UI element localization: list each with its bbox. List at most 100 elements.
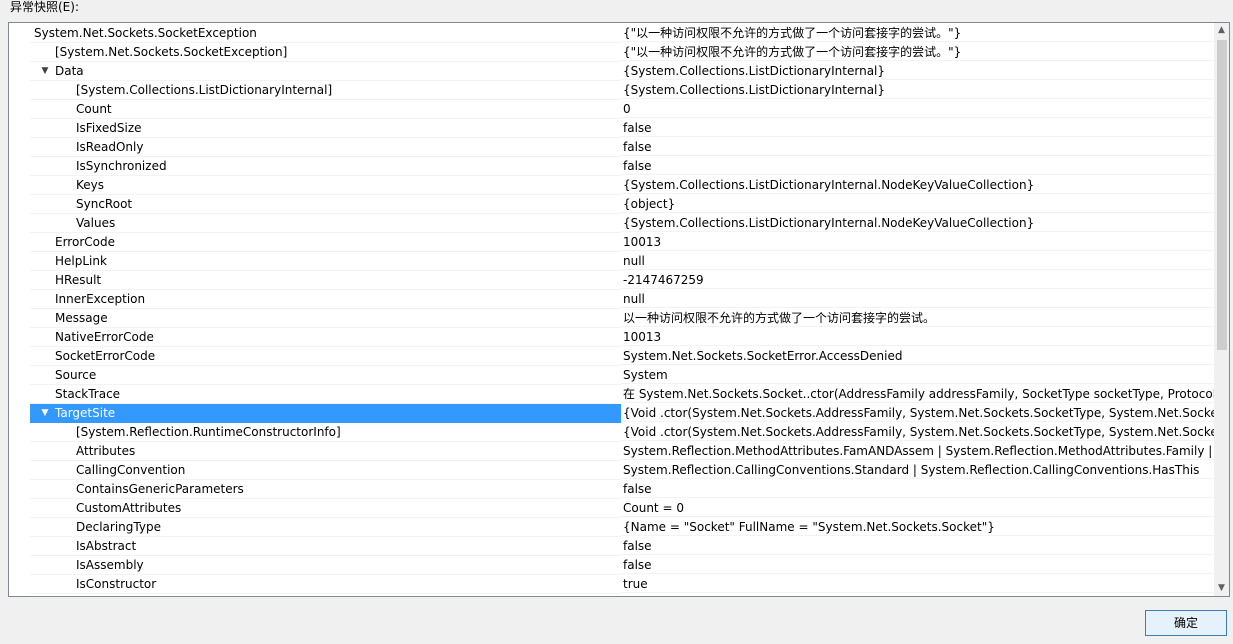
- tree-row-name-cell[interactable]: Values: [30, 214, 621, 233]
- tree-row-value: false: [621, 119, 1216, 137]
- exception-tree-view[interactable]: ▼System.Net.Sockets.SocketException{"以一种…: [8, 22, 1230, 597]
- ok-button[interactable]: 确定: [1145, 610, 1227, 636]
- tree-row-name-cell[interactable]: ▼ TargetSite: [30, 404, 621, 423]
- tree-row-name-cell[interactable]: IsAssembly: [30, 556, 621, 575]
- tree-row-name-cell[interactable]: DeclaringType: [30, 518, 621, 537]
- tree-row-value: false: [621, 556, 1216, 574]
- tree-row-name: Data: [55, 64, 84, 78]
- tree-row-value: false: [621, 138, 1216, 156]
- tree-row-name: IsAssembly: [76, 558, 144, 572]
- tree-row[interactable]: IsAssembly false: [9, 556, 1216, 575]
- tree-row-name-cell[interactable]: ErrorCode: [30, 233, 621, 252]
- tree-row[interactable]: ▼ TargetSite {Void .ctor(System.Net.Socket…: [9, 404, 1216, 423]
- scroll-up-icon[interactable]: ▲: [1214, 23, 1229, 38]
- tree-row-value: 以一种访问权限不允许的方式做了一个访问套接字的尝试。: [621, 309, 1216, 327]
- tree-row[interactable]: CustomAttributes Count = 0: [9, 499, 1216, 518]
- tree-row-value: {System.Collections.ListDictionaryIntern…: [621, 214, 1216, 232]
- tree-row[interactable]: Keys {System.Collections.ListDictionaryIn…: [9, 176, 1216, 195]
- tree-row-value: {System.Collections.ListDictionaryIntern…: [621, 81, 1216, 99]
- scroll-thumb[interactable]: [1217, 40, 1227, 350]
- tree-row-name: InnerException: [55, 292, 146, 306]
- tree-row-name-cell[interactable]: [System.Net.Sockets.SocketException]: [30, 43, 621, 62]
- tree-row[interactable]: HResult -2147467259: [9, 271, 1216, 290]
- tree-row[interactable]: Source System: [9, 366, 1216, 385]
- tree-row-name-cell[interactable]: IsSynchronized: [30, 157, 621, 176]
- tree-row[interactable]: IsSynchronized false: [9, 157, 1216, 176]
- tree-row-name: Source: [55, 368, 97, 382]
- tree-row[interactable]: NativeErrorCode 10013: [9, 328, 1216, 347]
- tree-row[interactable]: ▼ Data {System.Collections.ListDictionaryI…: [9, 62, 1216, 81]
- tree-row-value: {"以一种访问权限不允许的方式做了一个访问套接字的尝试。"}: [621, 24, 1216, 42]
- tree-row[interactable]: SocketErrorCode System.Net.Sockets.Socket…: [9, 347, 1216, 366]
- tree-row-name-cell[interactable]: SocketErrorCode: [30, 347, 621, 366]
- tree-row-name-cell[interactable]: InnerException: [30, 290, 621, 309]
- tree-row-value: 10013: [621, 233, 1216, 251]
- scroll-down-icon[interactable]: ▼: [1214, 581, 1229, 596]
- exception-snapshot-label: 异常快照(E):: [10, 0, 79, 14]
- tree-row[interactable]: InnerException null: [9, 290, 1216, 309]
- vertical-scrollbar[interactable]: ▲ ▼: [1214, 23, 1229, 596]
- tree-row[interactable]: [System.Net.Sockets.SocketException] {"以一…: [9, 43, 1216, 62]
- tree-row-name: TargetSite: [55, 406, 116, 420]
- tree-row[interactable]: Attributes System.Reflection.MethodAttrib…: [9, 442, 1216, 461]
- tree-row-name: System.Net.Sockets.SocketException: [34, 26, 257, 40]
- tree-row[interactable]: ErrorCode 10013: [9, 233, 1216, 252]
- tree-row-name-cell[interactable]: IsConstructor: [30, 575, 621, 594]
- tree-row-name: NativeErrorCode: [55, 330, 154, 344]
- tree-row[interactable]: [System.Collections.ListDictionaryIntern…: [9, 81, 1216, 100]
- tree-row[interactable]: CallingConvention System.Reflection.Calli…: [9, 461, 1216, 480]
- tree-row[interactable]: Values {System.Collections.ListDictionary…: [9, 214, 1216, 233]
- expand-chevron-icon[interactable]: ▼: [39, 62, 51, 80]
- tree-row-name-cell[interactable]: Count: [30, 100, 621, 119]
- tree-row-value: false: [621, 157, 1216, 175]
- expand-chevron-icon[interactable]: ▼: [39, 404, 51, 422]
- tree-row-name-cell[interactable]: NativeErrorCode: [30, 328, 621, 347]
- tree-row-value: 0: [621, 100, 1216, 118]
- tree-row[interactable]: SyncRoot {object}: [9, 195, 1216, 214]
- tree-row-name-cell[interactable]: [System.Reflection.RuntimeConstructorInf…: [30, 423, 621, 442]
- tree-row-name-cell[interactable]: IsReadOnly: [30, 138, 621, 157]
- tree-row-name: SyncRoot: [76, 197, 133, 211]
- tree-row[interactable]: IsFixedSize false: [9, 119, 1216, 138]
- tree-row-name: [System.Reflection.RuntimeConstructorInf…: [76, 425, 341, 439]
- tree-row[interactable]: ▼System.Net.Sockets.SocketException{"以一种…: [9, 24, 1216, 43]
- tree-row[interactable]: DeclaringType {Name = "Socket" FullName =…: [9, 518, 1216, 537]
- tree-row-name: ContainsGenericParameters: [76, 482, 244, 496]
- tree-row-name-cell[interactable]: Keys: [30, 176, 621, 195]
- tree-row-name-cell[interactable]: HelpLink: [30, 252, 621, 271]
- tree-row-name-cell[interactable]: CustomAttributes: [30, 499, 621, 518]
- tree-row-value: null: [621, 290, 1216, 308]
- tree-row-name-cell[interactable]: ▼ Data: [30, 62, 621, 81]
- tree-row-name-cell[interactable]: StackTrace: [30, 385, 621, 404]
- tree-row-value: System: [621, 366, 1216, 384]
- tree-row[interactable]: IsConstructor true: [9, 575, 1216, 594]
- tree-row[interactable]: Count 0: [9, 100, 1216, 119]
- tree-row-name-cell[interactable]: ▼System.Net.Sockets.SocketException: [30, 24, 621, 43]
- tree-row-name: Attributes: [76, 444, 136, 458]
- tree-row-name: Message: [55, 311, 108, 325]
- tree-row-name-cell[interactable]: HResult: [30, 271, 621, 290]
- tree-row[interactable]: HelpLink null: [9, 252, 1216, 271]
- tree-row[interactable]: [System.Reflection.RuntimeConstructorInf…: [9, 423, 1216, 442]
- tree-row-name: CustomAttributes: [76, 501, 182, 515]
- tree-row[interactable]: IsReadOnly false: [9, 138, 1216, 157]
- tree-row-name-cell[interactable]: Attributes: [30, 442, 621, 461]
- tree-row-name-cell[interactable]: IsAbstract: [30, 537, 621, 556]
- tree-row-name-cell[interactable]: IsFixedSize: [30, 119, 621, 138]
- tree-row-value: System.Reflection.CallingConventions.Sta…: [621, 461, 1216, 479]
- tree-row-value: {Void .ctor(System.Net.Sockets.AddressFa…: [621, 425, 1216, 441]
- tree-row[interactable]: IsAbstract false: [9, 537, 1216, 556]
- tree-row-value: {Name = "Socket" FullName = "System.Net.…: [621, 518, 1216, 536]
- tree-row[interactable]: StackTrace 在 System.Net.Sockets.Socket..…: [9, 385, 1216, 404]
- tree-row-name-cell[interactable]: [System.Collections.ListDictionaryIntern…: [30, 81, 621, 100]
- tree-row-name-cell[interactable]: ContainsGenericParameters: [30, 480, 621, 499]
- tree-row-name-cell[interactable]: SyncRoot: [30, 195, 621, 214]
- tree-row-name-cell[interactable]: Source: [30, 366, 621, 385]
- tree-row-name-cell[interactable]: Message: [30, 309, 621, 328]
- tree-row[interactable]: Message 以一种访问权限不允许的方式做了一个访问套接字的尝试。: [9, 309, 1216, 328]
- tree-row-name: [System.Net.Sockets.SocketException]: [55, 45, 288, 59]
- tree-row-value: false: [621, 480, 1216, 498]
- tree-row[interactable]: ContainsGenericParameters false: [9, 480, 1216, 499]
- tree-row-name: IsAbstract: [76, 539, 137, 553]
- tree-row-name-cell[interactable]: CallingConvention: [30, 461, 621, 480]
